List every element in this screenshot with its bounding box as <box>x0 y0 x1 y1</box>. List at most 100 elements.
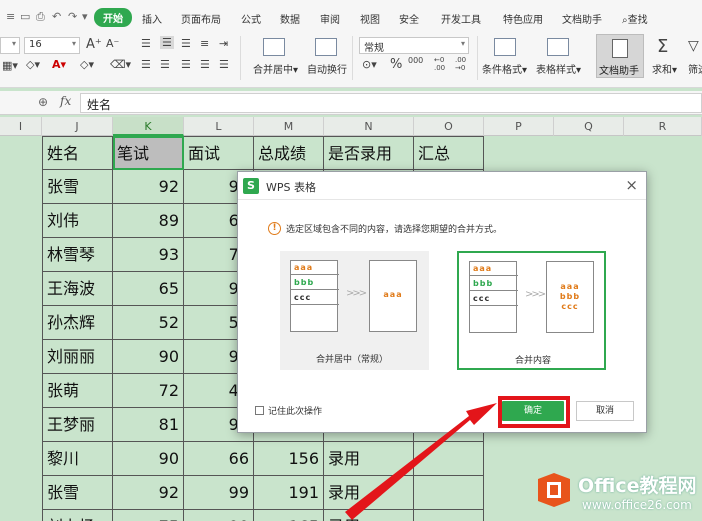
tab-developer[interactable]: 开发工具 <box>441 11 481 26</box>
table-cell[interactable]: 66 <box>184 442 254 476</box>
erase-icon[interactable]: ⌫▾ <box>110 58 131 71</box>
cond-format-icon[interactable] <box>494 38 516 56</box>
redo-icon[interactable]: ↷ <box>68 10 77 23</box>
table-cell[interactable]: 张萌 <box>42 374 113 408</box>
filter-icon[interactable]: ▽ <box>688 38 699 54</box>
tab-insert[interactable]: 插入 <box>142 11 162 26</box>
tab-page-layout[interactable]: 页面布局 <box>181 11 221 26</box>
remember-checkbox[interactable] <box>255 406 264 415</box>
align-right-icon[interactable]: ☰ <box>181 58 191 71</box>
header-cell-written[interactable]: 笔试 <box>113 136 184 170</box>
orientation-icon[interactable]: ≡ <box>200 37 209 50</box>
increase-font-icon[interactable]: A⁺ <box>86 37 102 52</box>
table-cell[interactable]: 156 <box>254 442 324 476</box>
table-cell[interactable]: 99 <box>184 476 254 510</box>
table-cell[interactable]: 72 <box>113 374 184 408</box>
column-header-r[interactable]: R <box>624 117 702 136</box>
merge-center-icon[interactable] <box>263 38 285 56</box>
table-cell[interactable]: 孙杰辉 <box>42 306 113 340</box>
table-style-icon[interactable] <box>547 38 569 56</box>
column-header-o[interactable]: O <box>414 117 484 136</box>
merge-center-label[interactable]: 合并居中▾ <box>253 61 298 76</box>
tab-security[interactable]: 安全 <box>399 11 419 26</box>
distributed-icon[interactable]: ☰ <box>219 58 229 71</box>
auto-wrap-label[interactable]: 自动换行 <box>307 61 347 76</box>
doc-helper-button[interactable]: 文档助手 <box>596 34 644 78</box>
dialog-titlebar[interactable]: S WPS 表格 × <box>238 172 646 200</box>
remember-label[interactable]: 记住此次操作 <box>268 404 322 417</box>
search-tab[interactable]: ⌕查找 <box>622 11 648 26</box>
column-header-i[interactable]: I <box>0 117 42 136</box>
table-cell[interactable]: 刘伟 <box>42 204 113 238</box>
merge-content-option[interactable]: aaa bbb ccc >>> aaa bbb ccc 合并内容 <box>457 251 606 370</box>
header-cell-hired[interactable]: 是否录用 <box>324 136 414 170</box>
column-header-l[interactable]: L <box>184 117 254 136</box>
justify-icon[interactable]: ☰ <box>200 58 210 71</box>
column-header-n[interactable]: N <box>324 117 414 136</box>
table-style-label[interactable]: 表格样式▾ <box>536 61 581 76</box>
column-header-p[interactable]: P <box>484 117 554 136</box>
tab-special[interactable]: 特色应用 <box>503 11 543 26</box>
increase-decimal-icon[interactable]: ←0.00 <box>434 56 445 72</box>
table-cell[interactable]: 录用 <box>324 476 414 510</box>
header-cell-total[interactable]: 总成绩 <box>254 136 324 170</box>
decrease-decimal-icon[interactable]: .00 →0 <box>455 56 466 72</box>
align-bottom-icon[interactable]: ☰ <box>181 37 191 50</box>
tab-data[interactable]: 数据 <box>280 11 300 26</box>
cond-format-label[interactable]: 条件格式▾ <box>482 61 527 76</box>
align-left-icon[interactable]: ☰ <box>141 58 151 71</box>
tab-view[interactable]: 视图 <box>360 11 380 26</box>
table-cell[interactable]: 92 <box>113 476 184 510</box>
undo-icon[interactable]: ↶ <box>52 10 61 23</box>
table-cell[interactable] <box>414 510 484 521</box>
table-cell[interactable]: 录用 <box>324 442 414 476</box>
cancel-button[interactable]: 取消 <box>576 401 634 421</box>
currency-icon[interactable]: ⊙▾ <box>362 58 377 71</box>
column-header-q[interactable]: Q <box>554 117 624 136</box>
indent-icon[interactable]: ⇥ <box>219 37 228 50</box>
table-cell[interactable]: 191 <box>254 476 324 510</box>
number-format-combo[interactable]: 常规 ▾ <box>359 37 469 54</box>
align-middle-icon[interactable]: ☰ <box>160 36 174 49</box>
table-cell[interactable]: 录用 <box>324 510 414 521</box>
close-icon[interactable]: × <box>625 176 638 194</box>
table-cell[interactable]: 52 <box>113 306 184 340</box>
tab-review[interactable]: 审阅 <box>320 11 340 26</box>
font-name-combo[interactable]: ▾ <box>0 37 20 54</box>
table-cell[interactable]: 王海波 <box>42 272 113 306</box>
table-cell[interactable] <box>414 476 484 510</box>
header-cell-interview[interactable]: 面试 <box>184 136 254 170</box>
borders-icon[interactable]: ▦▾ <box>2 59 18 72</box>
table-cell[interactable]: 90 <box>113 340 184 374</box>
table-cell[interactable] <box>414 442 484 476</box>
formula-input[interactable]: 姓名 <box>80 93 702 113</box>
fx-label[interactable]: fx <box>60 94 71 108</box>
table-cell[interactable]: 刘丽丽 <box>42 340 113 374</box>
table-cell[interactable]: 89 <box>113 204 184 238</box>
clear-format-icon[interactable]: ◇▾ <box>80 58 94 71</box>
table-cell[interactable]: 90 <box>113 442 184 476</box>
table-cell[interactable]: 75 <box>113 510 184 521</box>
table-cell[interactable]: 81 <box>113 408 184 442</box>
align-top-icon[interactable]: ☰ <box>141 37 151 50</box>
header-cell-summary[interactable]: 汇总 <box>414 136 484 170</box>
column-header-m[interactable]: M <box>254 117 324 136</box>
fill-color-icon[interactable]: ◇▾ <box>26 58 40 71</box>
table-cell[interactable]: 刘力扬 <box>42 510 113 521</box>
percent-icon[interactable]: % <box>390 57 402 72</box>
table-cell[interactable]: 90 <box>184 510 254 521</box>
thousands-icon[interactable]: 000 <box>408 56 423 65</box>
table-cell[interactable]: 张雪 <box>42 476 113 510</box>
column-header-k[interactable]: K <box>113 117 184 136</box>
align-center-icon[interactable]: ☰ <box>160 58 170 71</box>
merge-center-option[interactable]: aaa bbb ccc >>> aaa 合并居中（常规） <box>280 251 429 370</box>
sum-icon[interactable]: Σ <box>657 36 668 57</box>
table-cell[interactable]: 165 <box>254 510 324 521</box>
menu-icon[interactable]: ≡ <box>6 10 15 23</box>
sum-label[interactable]: 求和▾ <box>652 61 677 76</box>
table-cell[interactable]: 张雪 <box>42 170 113 204</box>
table-cell[interactable]: 92 <box>113 170 184 204</box>
column-header-j[interactable]: J <box>42 117 113 136</box>
table-cell[interactable]: 93 <box>113 238 184 272</box>
tab-formulas[interactable]: 公式 <box>241 11 261 26</box>
